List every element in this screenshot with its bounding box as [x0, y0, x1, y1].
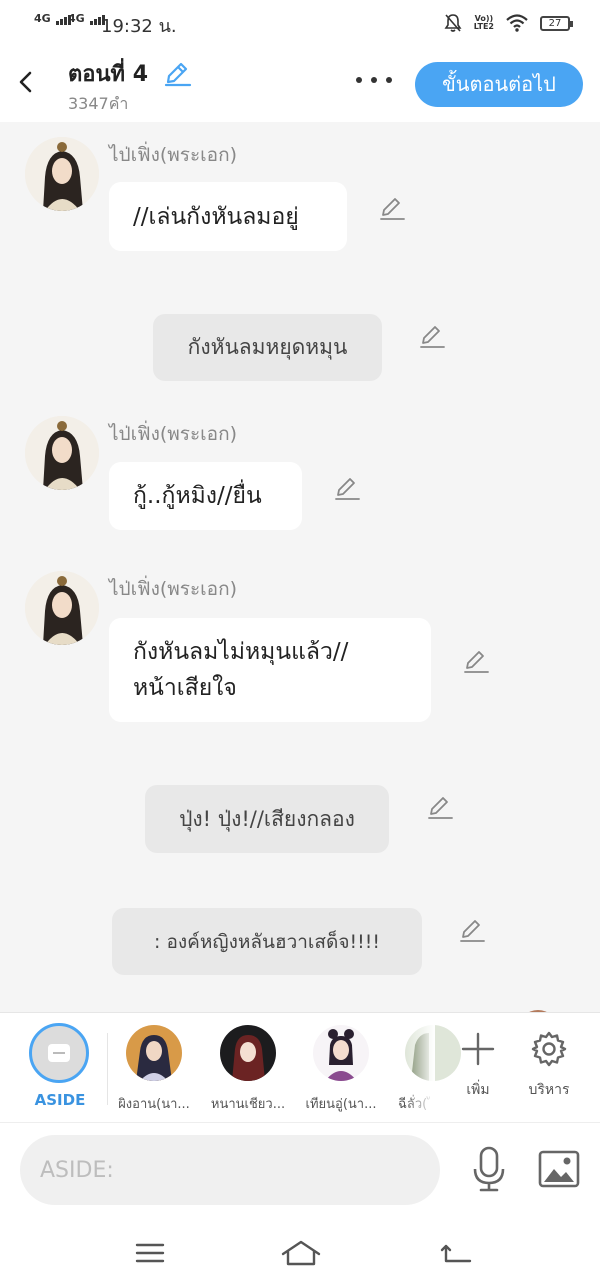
- divider: [107, 1033, 108, 1105]
- add-character-icon[interactable]: [458, 1029, 498, 1069]
- system-navigation-bar: [0, 1222, 600, 1287]
- message-text: กู้..กู้หมิง//ยื่น: [133, 483, 262, 509]
- message-text-line-2: หน้าเสียใจ: [133, 675, 237, 701]
- home-icon[interactable]: [281, 1238, 321, 1268]
- dialogue-bubble[interactable]: กู้..กู้หมิง//ยื่น: [109, 462, 302, 530]
- manage-label[interactable]: บริหาร: [514, 1079, 584, 1101]
- character-avatar[interactable]: [126, 1025, 182, 1081]
- narration-text: ปุ่ง! ปุ่ง!//เสียงกลอง: [179, 806, 355, 831]
- edit-message-pencil-icon[interactable]: [458, 916, 486, 944]
- dot-icon: [371, 77, 377, 83]
- volte-bottom: LTE2: [473, 22, 494, 31]
- more-options-button[interactable]: [356, 68, 392, 92]
- scroll-fade: [405, 1023, 435, 1113]
- episode-title: ตอนที่ 4: [68, 62, 149, 87]
- bell-muted-icon: [444, 14, 462, 32]
- narration-text: กังหันลมหยุดหมุน: [187, 335, 348, 359]
- back-button[interactable]: [12, 64, 42, 100]
- character-label: ผิงอาน(นา...: [118, 1097, 190, 1112]
- microphone-icon[interactable]: [468, 1145, 510, 1193]
- character-label: หนานเชียว...: [210, 1097, 286, 1112]
- dialogue-bubble[interactable]: กังหันลมไม่หมุนแล้ว// หน้าเสียใจ: [109, 618, 431, 722]
- aside-label: ASIDE: [34, 1091, 86, 1109]
- narration-bubble[interactable]: กังหันลมหยุดหมุน: [153, 314, 382, 381]
- character-label: เทียนอู่(นา...: [305, 1097, 377, 1112]
- narration-bubble[interactable]: ปุ่ง! ปุ่ง!//เสียงกลอง: [145, 785, 389, 853]
- back-nav-icon[interactable]: [440, 1238, 474, 1268]
- aside-input[interactable]: [20, 1135, 440, 1205]
- edit-message-pencil-icon[interactable]: [426, 793, 454, 821]
- message-text-line-1: กังหันลมไม่หมุนแล้ว//: [133, 639, 349, 665]
- character-selector: ASIDE ผิงอาน(นา... หนานเชียว... เทียนอู่…: [0, 1012, 600, 1122]
- character-avatar[interactable]: [25, 137, 99, 211]
- wifi-icon: [506, 14, 528, 32]
- character-name: ไป่เฟิ่ง(พระเอก): [109, 578, 238, 600]
- edit-message-pencil-icon[interactable]: [462, 647, 490, 675]
- aside-character-button[interactable]: [29, 1023, 89, 1083]
- narration-bubble[interactable]: : องค์หญิงหลันฮวาเสด็จ!!!!: [112, 908, 422, 975]
- word-count: 3347คำ: [68, 94, 129, 113]
- message-icon: [48, 1044, 70, 1062]
- gear-icon[interactable]: [529, 1029, 569, 1069]
- dot-icon: [356, 77, 362, 83]
- menu-icon[interactable]: [133, 1238, 167, 1268]
- image-icon[interactable]: [538, 1149, 580, 1189]
- character-name: ไป่เฟิ่ง(พระเอก): [109, 144, 238, 166]
- composer: [0, 1122, 600, 1222]
- character-avatar[interactable]: [220, 1025, 276, 1081]
- character-avatar[interactable]: [25, 571, 99, 645]
- add-label[interactable]: เพิ่ม: [443, 1079, 513, 1101]
- battery-icon: 27: [540, 15, 573, 31]
- sim1-signal: 4G: [34, 12, 71, 25]
- narration-text: : องค์หญิงหลันฮวาเสด็จ!!!!: [154, 930, 380, 953]
- chat-area: ไป่เฟิ่ง(พระเอก) //เล่นกังหันลมอยู่ กังห…: [0, 122, 600, 1012]
- status-time: 19:32 น.: [101, 16, 177, 37]
- sim1-label: 4G: [34, 12, 51, 25]
- character-name: ไป่เฟิ่ง(พระเอก): [109, 423, 238, 445]
- volte-indicator: Vo)) LTE2: [474, 15, 494, 31]
- edit-message-pencil-icon[interactable]: [378, 194, 406, 222]
- edit-message-pencil-icon[interactable]: [333, 474, 361, 502]
- sim2-signal: 4G: [68, 12, 105, 25]
- dot-icon: [386, 77, 392, 83]
- edit-title-pencil-icon[interactable]: [162, 58, 192, 88]
- edit-message-pencil-icon[interactable]: [418, 322, 446, 350]
- sim2-label: 4G: [68, 12, 85, 25]
- status-icons: Vo)) LTE2 27: [444, 12, 573, 34]
- dialogue-bubble[interactable]: //เล่นกังหันลมอยู่: [109, 182, 347, 251]
- status-bar: 4G 4G 19:32 น. Vo)) LTE2 27: [0, 0, 600, 46]
- character-avatar[interactable]: [25, 416, 99, 490]
- next-step-button[interactable]: ขั้นตอนต่อไป: [415, 62, 583, 107]
- character-avatar[interactable]: [313, 1025, 369, 1081]
- message-text: //เล่นกังหันลมอยู่: [133, 203, 299, 230]
- episode-header: ตอนที่ 4 3347คำ ขั้นตอนต่อไป: [0, 46, 600, 122]
